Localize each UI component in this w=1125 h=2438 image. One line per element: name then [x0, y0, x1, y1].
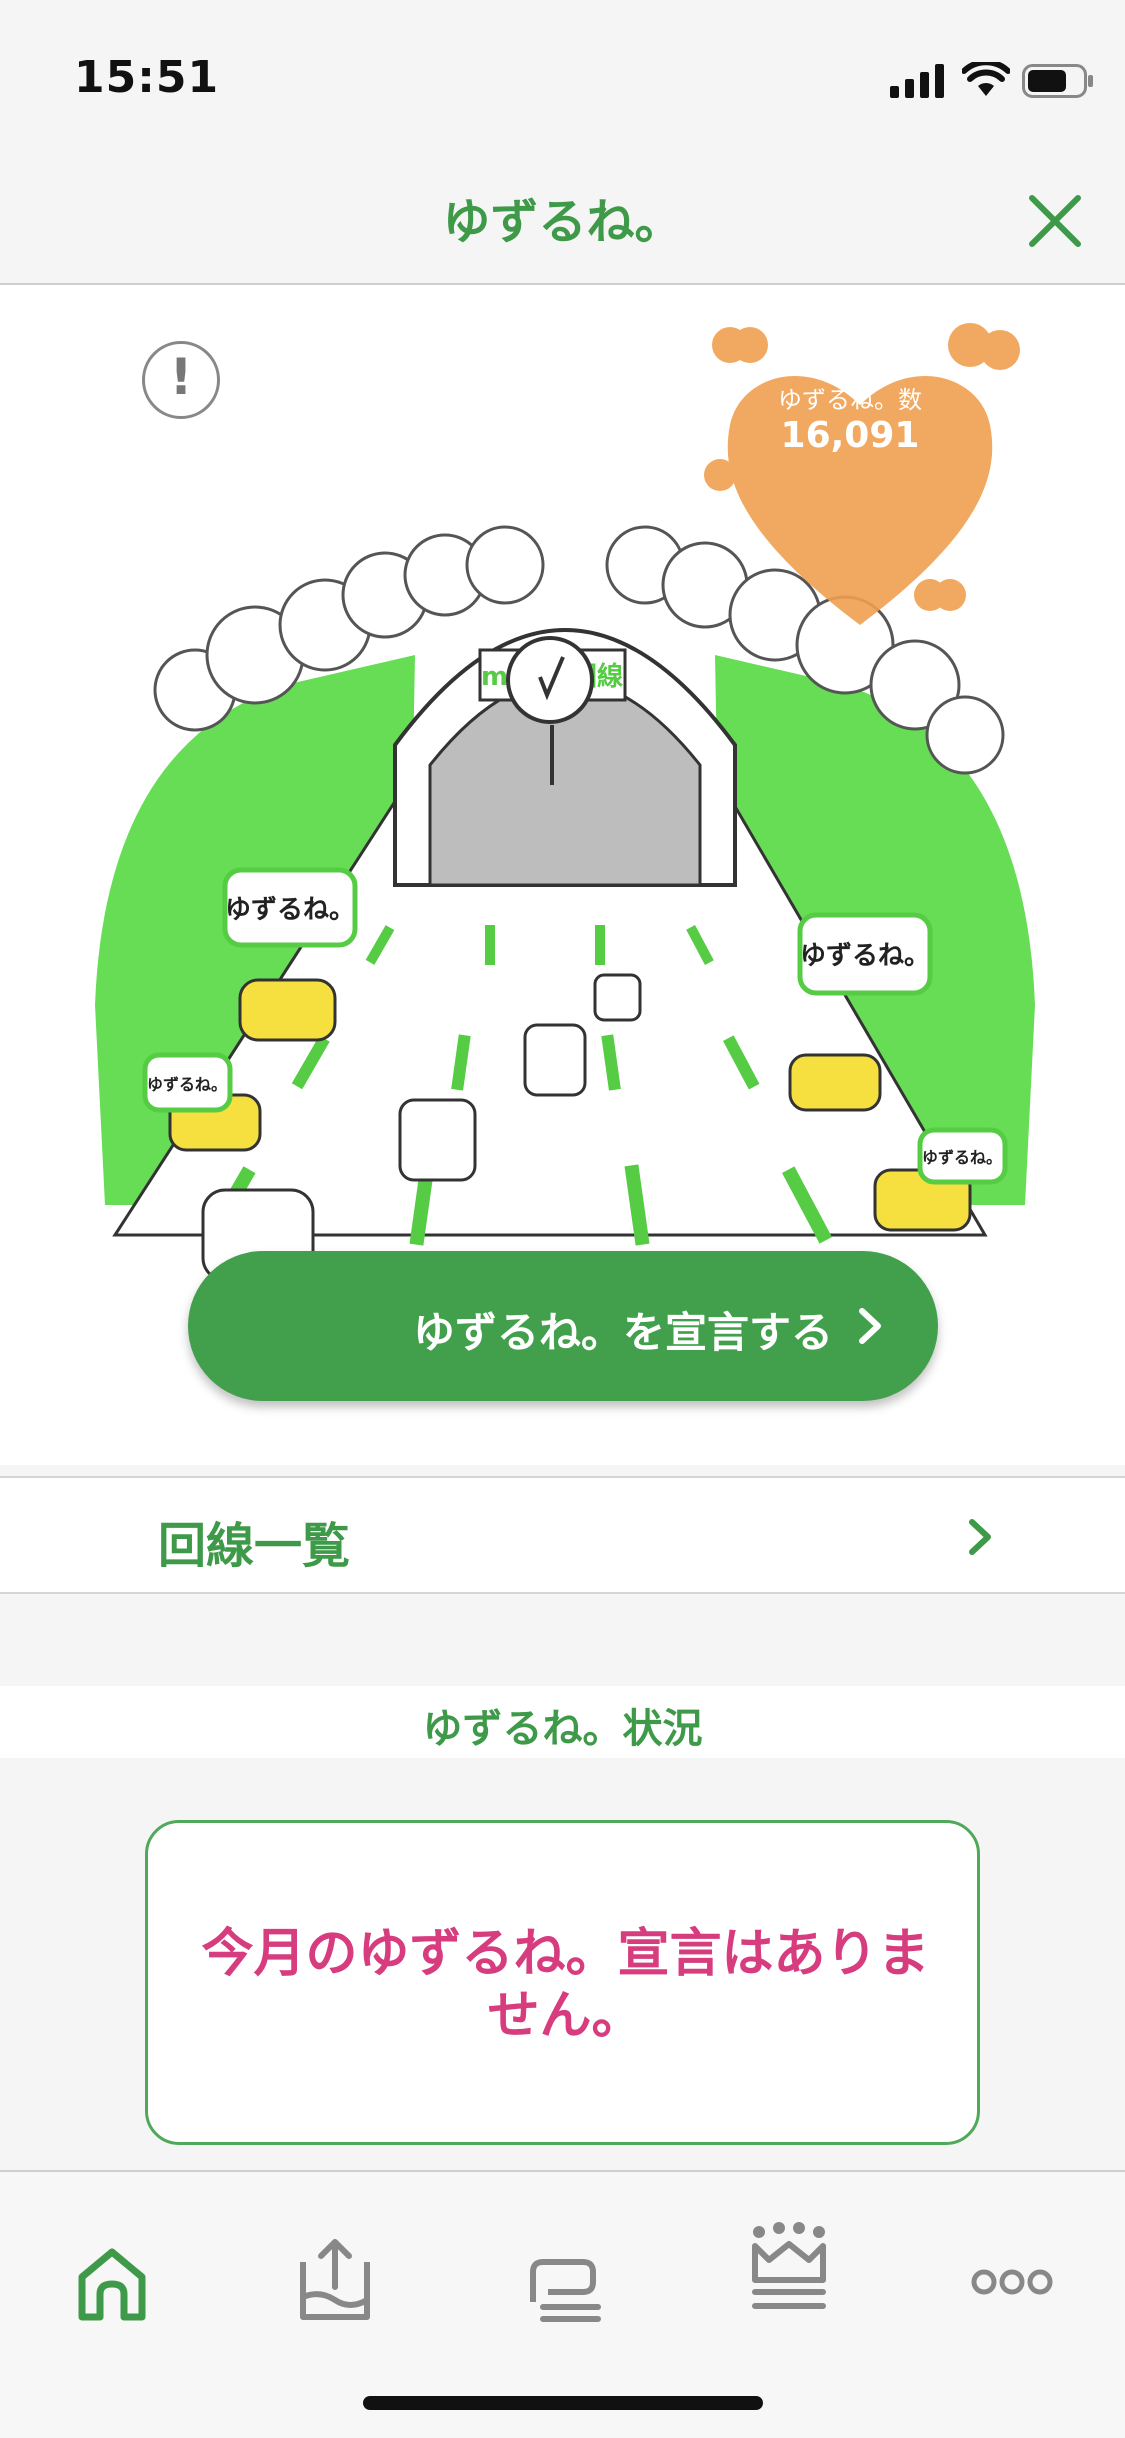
heart-count-label: ゆずるね。数 [778, 386, 922, 414]
bubble-text: ゆずるね。 [800, 941, 930, 971]
wifi-icon [962, 62, 1010, 96]
home-icon[interactable] [52, 2222, 172, 2342]
upload-tray-icon[interactable] [275, 2222, 395, 2342]
page-title: ゆずるね。 [442, 194, 683, 250]
status-header: ゆずるね。状況 [0, 1686, 1125, 1758]
status-bar: 15:51 [0, 0, 1125, 150]
status-title: ゆずるね。状況 [422, 1706, 703, 1752]
status-time: 15:51 [74, 52, 220, 103]
heart-count-value: 16,091 [780, 415, 920, 456]
more-icon[interactable] [952, 2222, 1072, 2342]
chevron-right-icon [859, 1308, 881, 1344]
bubble-text: ゆずるね。 [147, 1075, 227, 1094]
heart-icon [704, 323, 1020, 625]
battery-icon [1022, 64, 1093, 98]
line-list-label: 回線一覧 [158, 1518, 351, 1574]
close-icon[interactable] [1020, 186, 1090, 256]
nav-bar: ゆずるね。 [0, 150, 1125, 285]
status-message: 今月のゆずるね。宣言はありません。 [201, 1924, 930, 2046]
home-indicator [363, 2396, 763, 2410]
chevron-right-icon [969, 1519, 991, 1555]
line-list-row[interactable]: 回線一覧 [0, 1476, 1125, 1594]
signal-icon [890, 64, 944, 98]
bubble-text: ゆずるね。 [225, 895, 355, 925]
declare-button[interactable]: ゆずるね。を宣言する [188, 1251, 938, 1401]
status-card: 今月のゆずるね。宣言はありません。 [145, 1820, 980, 2145]
crown-icon[interactable] [727, 2208, 847, 2328]
bubble-text: ゆずるね。 [922, 1148, 1002, 1167]
exclamation-icon: ! [169, 348, 193, 406]
info-button[interactable]: ! [142, 341, 220, 419]
stack-icon[interactable] [503, 2222, 623, 2342]
